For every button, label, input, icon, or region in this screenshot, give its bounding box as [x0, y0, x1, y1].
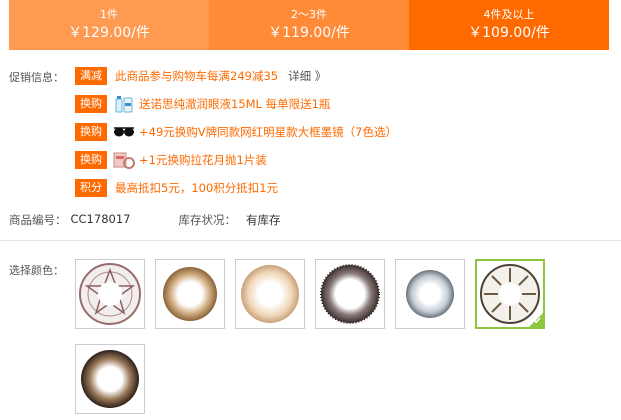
tier-price: ￥109.00/件 — [468, 25, 550, 41]
promo-text: +49元换购V牌同款网红明星款大框墨镜（7色选） — [139, 125, 397, 139]
promo-text: +1元换购拉花月抛1片装 — [139, 153, 267, 167]
sku-label: 商品编号： — [9, 213, 67, 227]
price-tier-1: 1件 ￥129.00/件 — [9, 0, 209, 50]
promo-detail-link[interactable]: 详细 》 — [288, 68, 326, 84]
lens-black-brown-icon — [81, 350, 139, 408]
color-option-1[interactable] — [75, 259, 145, 329]
color-select-label: 选择颜色： — [9, 264, 64, 277]
tier-qty: 1件 — [100, 8, 118, 21]
price-tier-bar: 1件 ￥129.00/件 2～3件 ￥119.00/件 4件及以上 ￥109.0… — [9, 0, 609, 50]
contact-lens-box-icon — [113, 150, 135, 170]
check-icon: ✔ — [533, 316, 542, 327]
color-option-5[interactable] — [395, 259, 465, 329]
promotion-label: 促销信息： — [9, 71, 64, 84]
promo-badge: 换购 — [75, 151, 107, 169]
sku-value: CC178017 — [70, 212, 131, 226]
stock-label: 库存状况： — [178, 213, 236, 227]
stock-value: 有库存 — [245, 213, 281, 227]
promo-badge: 换购 — [75, 123, 107, 141]
promo-badge: 满减 — [75, 67, 107, 85]
promo-item-full-reduction: 满减 此商品参与购物车每满249减35 详细 》 — [75, 66, 326, 86]
color-option-6[interactable]: ✔ — [475, 259, 545, 329]
promo-item-points: 积分 最高抵扣5元，100积分抵扣1元 — [75, 178, 278, 198]
color-option-2[interactable] — [155, 259, 225, 329]
lens-beige-icon — [241, 265, 299, 323]
promo-item-exchange-sunglasses: 换购 +49元换购V牌同款网红明星款大框墨镜（7色选） — [75, 122, 397, 142]
promo-text: 最高抵扣5元，100积分抵扣1元 — [115, 181, 279, 195]
promo-text: 此商品参与购物车每满249减35 — [115, 69, 279, 83]
product-info-row: 商品编号： CC178017 库存状况： 有库存 — [9, 212, 280, 228]
color-option-7[interactable] — [75, 344, 145, 414]
color-option-4[interactable] — [315, 259, 385, 329]
divider — [0, 240, 621, 241]
lens-brown-icon — [163, 267, 217, 321]
eye-drop-bottle-icon — [113, 94, 135, 114]
color-option-3[interactable] — [235, 259, 305, 329]
price-tier-2: 2～3件 ￥119.00/件 — [209, 0, 409, 50]
sunglasses-icon — [113, 122, 135, 142]
promo-text: 送诺思纯澈润眼液15ML 每单限送1瓶 — [139, 97, 331, 111]
tier-price: ￥129.00/件 — [68, 25, 150, 41]
promo-badge: 积分 — [75, 179, 107, 197]
promo-item-exchange-lens: 换购 +1元换购拉花月抛1片装 — [75, 150, 267, 170]
lens-gray-icon — [406, 270, 454, 318]
lens-dark-brown-icon — [320, 264, 380, 324]
tier-qty: 4件及以上 — [483, 8, 535, 21]
tier-price: ￥119.00/件 — [268, 25, 350, 41]
promo-item-exchange-eyedrop: 换购 送诺思纯澈润眼液15ML 每单限送1瓶 — [75, 94, 330, 114]
tier-qty: 2～3件 — [291, 8, 327, 21]
promo-badge: 换购 — [75, 95, 107, 113]
lens-star-pattern-icon — [79, 263, 141, 325]
price-tier-3: 4件及以上 ￥109.00/件 — [409, 0, 609, 50]
